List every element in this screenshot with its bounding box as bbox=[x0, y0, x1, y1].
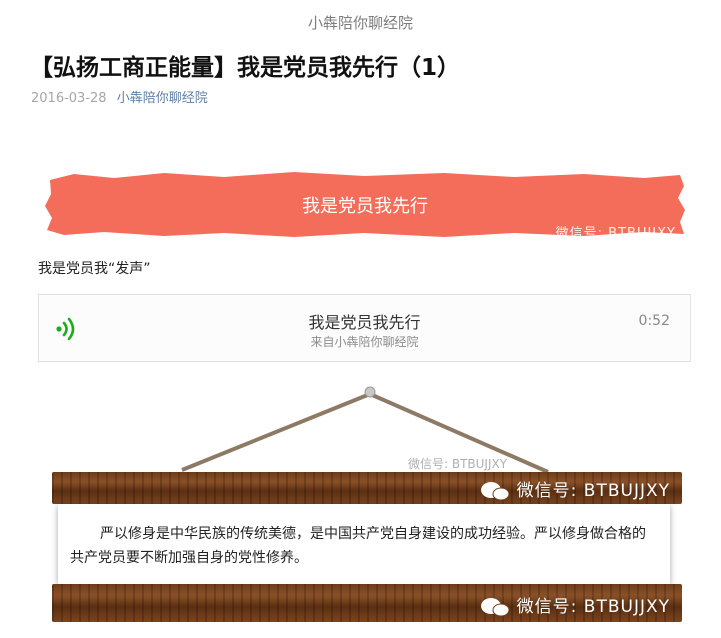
voice-source: 来自小犇陪你聊经院 bbox=[310, 335, 419, 349]
banner-title: 我是党员我先行 bbox=[302, 196, 428, 217]
author-link[interactable]: 小犇陪你聊经院 bbox=[117, 91, 208, 106]
voice-intro-text: 我是党员我“发声” bbox=[38, 261, 151, 277]
banner-watermark: 微信号: BTBUJJXY bbox=[555, 226, 676, 241]
voice-title: 我是党员我先行 bbox=[308, 313, 421, 332]
sign-paper: 严以修身是中华民族的传统美德，是中国共产党自身建设的成功经验。严以修身做合格的共… bbox=[58, 504, 670, 584]
sign-text: 严以修身是中华民族的传统美德，是中国共产党自身建设的成功经验。严以修身做合格的共… bbox=[70, 526, 646, 566]
wood-watermark-top: 微信号: BTBUJJXY bbox=[479, 476, 670, 501]
title-banner: 我是党员我先行 微信号: BTBUJJXY bbox=[44, 172, 686, 241]
publish-date: 2016-03-28 bbox=[31, 91, 107, 106]
voice-message-player[interactable]: 我是党员我先行 来自小犇陪你聊经院 0:52 bbox=[38, 294, 691, 362]
voice-duration: 0:52 bbox=[638, 313, 670, 329]
wood-watermark-bottom-text: 微信号: BTBUJJXY bbox=[516, 597, 670, 617]
faint-watermark: 微信号: BTBUJJXY bbox=[408, 457, 508, 471]
wechat-icon bbox=[480, 598, 510, 617]
wood-plank-bottom: 微信号: BTBUJJXY bbox=[52, 584, 682, 622]
sign-ropes bbox=[181, 386, 549, 474]
article-meta: 2016-03-28 小犇陪你聊经院 bbox=[31, 87, 208, 106]
account-name[interactable]: 小犇陪你聊经院 bbox=[0, 12, 721, 33]
hanging-sign: 微信号: BTBUJJXY 微信号: BTBUJJXY 严以修身是中华民族的传统… bbox=[0, 380, 721, 638]
wood-watermark-top-text: 微信号: BTBUJJXY bbox=[516, 481, 670, 501]
wood-plank-top: 微信号: BTBUJJXY bbox=[52, 472, 682, 504]
wechat-icon bbox=[480, 482, 510, 501]
wood-watermark-bottom: 微信号: BTBUJJXY bbox=[479, 592, 670, 617]
article-title: 【弘扬工商正能量】我是党员我先行（1） bbox=[30, 55, 461, 81]
